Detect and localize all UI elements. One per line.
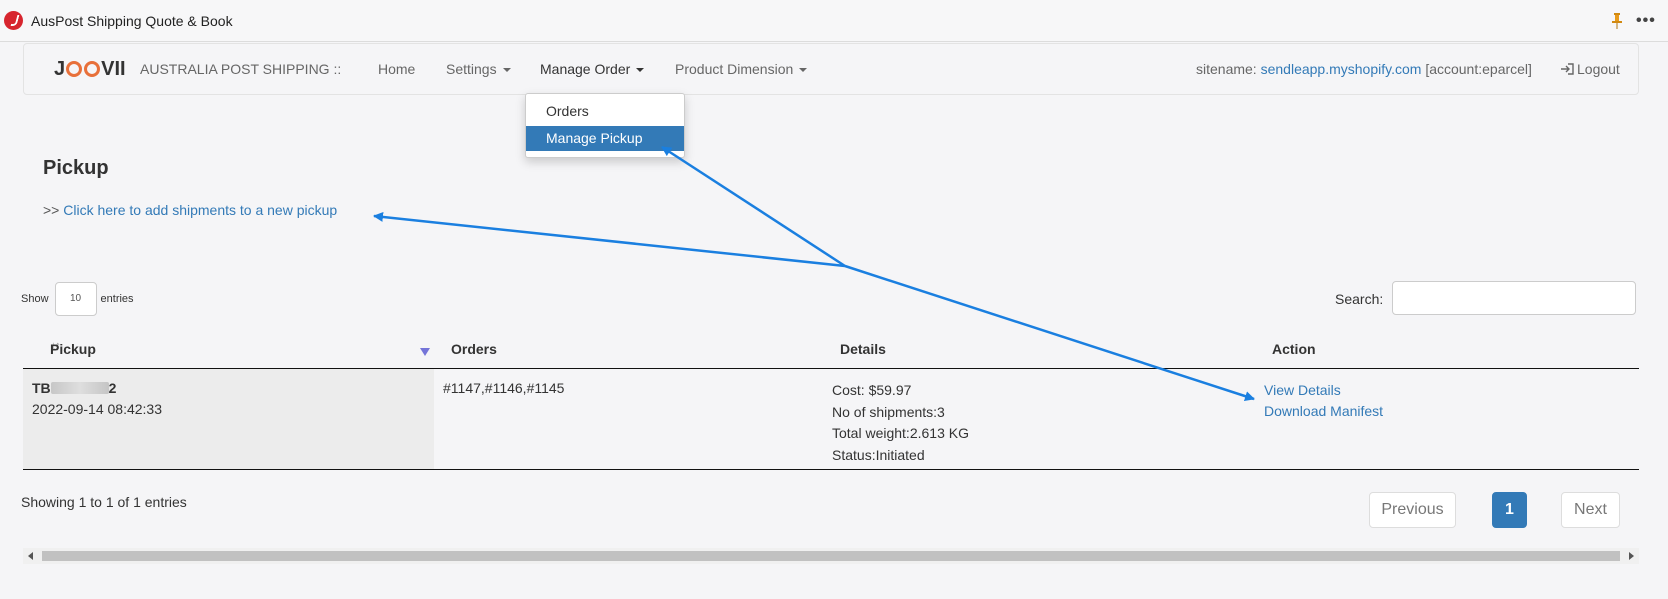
chevron-down-icon <box>799 68 808 73</box>
chevron-down-icon <box>502 68 511 73</box>
add-pickup-line: >> Click here to add shipments to a new … <box>43 202 338 218</box>
nav-manage-order[interactable]: Manage Order <box>540 61 645 77</box>
login-icon <box>1561 63 1574 75</box>
pickup-date: 2022-09-14 08:42:33 <box>32 401 162 417</box>
table-row: TB 2 2022-09-14 08:42:33 #1147,#1146,#114… <box>23 369 1639 470</box>
nav-settings[interactable]: Settings <box>446 61 511 77</box>
search-input[interactable] <box>1392 281 1636 315</box>
app-titlebar: AusPost Shipping Quote & Book ••• <box>0 0 1668 42</box>
annotation-arrow <box>373 211 846 268</box>
download-manifest-link[interactable]: Download Manifest <box>1264 401 1383 422</box>
app-logo-icon <box>4 11 23 30</box>
menu-item-manage-pickup[interactable]: Manage Pickup <box>526 126 684 151</box>
app-title: AusPost Shipping Quote & Book <box>31 13 233 29</box>
pickup-id: TB 2 <box>32 380 117 396</box>
detail-weight: Total weight:2.613 KG <box>832 425 969 441</box>
horizontal-scrollbar[interactable] <box>23 548 1639 564</box>
page-length-control: Show 10 entries <box>21 282 134 316</box>
search-label: Search: <box>1335 291 1384 307</box>
sitename-info: sitename: sendleapp.myshopify.com [accou… <box>1196 61 1532 77</box>
top-navbar: J VII AUSTRALIA POST SHIPPING :: Home Se… <box>23 43 1639 95</box>
nav-home[interactable]: Home <box>378 61 415 77</box>
joovii-logo[interactable]: J VII <box>54 58 126 80</box>
logo-ring-icon <box>66 61 83 77</box>
column-details[interactable]: Details <box>840 341 886 357</box>
sort-descending-icon <box>420 348 430 356</box>
scrollbar-thumb[interactable] <box>42 551 1620 561</box>
page-1-button[interactable]: 1 <box>1492 492 1527 528</box>
scroll-right-icon[interactable] <box>1629 552 1634 560</box>
table-info: Showing 1 to 1 of 1 entries <box>21 494 187 510</box>
table-header: ↓↑ Pickup Orders Details Action <box>23 330 1639 369</box>
logo-ring-icon <box>84 61 101 77</box>
page-length-select[interactable]: 10 <box>54 282 97 316</box>
detail-shipments: No of shipments:3 <box>832 403 945 420</box>
logout-button[interactable]: Logout <box>1561 61 1620 77</box>
manage-order-dropdown-menu: Orders Manage Pickup <box>525 93 685 158</box>
column-orders[interactable]: Orders <box>451 341 497 357</box>
action-cell: View Details Download Manifest <box>1264 380 1383 422</box>
nav-product-dimension[interactable]: Product Dimension <box>675 61 808 77</box>
pin-icon[interactable] <box>1611 13 1623 29</box>
next-page-button[interactable]: Next <box>1561 492 1620 528</box>
detail-status: Status:Initiated <box>832 446 925 463</box>
detail-cost: Cost: $59.97 <box>832 382 912 398</box>
add-shipments-to-pickup-link[interactable]: Click here to add shipments to a new pic… <box>63 202 337 218</box>
column-pickup[interactable]: Pickup <box>50 341 96 357</box>
scroll-left-icon[interactable] <box>28 552 33 560</box>
redacted-blur <box>50 382 109 394</box>
previous-page-button[interactable]: Previous <box>1369 492 1456 528</box>
more-options-icon[interactable]: ••• <box>1636 12 1656 30</box>
nav-shipping-label: AUSTRALIA POST SHIPPING :: <box>140 61 342 77</box>
column-action[interactable]: Action <box>1272 341 1316 357</box>
page-title: Pickup <box>43 157 109 179</box>
orders-cell: #1147,#1146,#1145 <box>443 380 565 396</box>
view-details-link[interactable]: View Details <box>1264 380 1383 401</box>
chevron-down-icon <box>636 68 645 73</box>
annotation-arrow <box>661 145 846 268</box>
sitename-link[interactable]: sendleapp.myshopify.com <box>1261 61 1422 77</box>
details-cell: Cost: $59.97 No of shipments:3 Total wei… <box>832 380 969 466</box>
menu-item-orders[interactable]: Orders <box>526 99 684 124</box>
